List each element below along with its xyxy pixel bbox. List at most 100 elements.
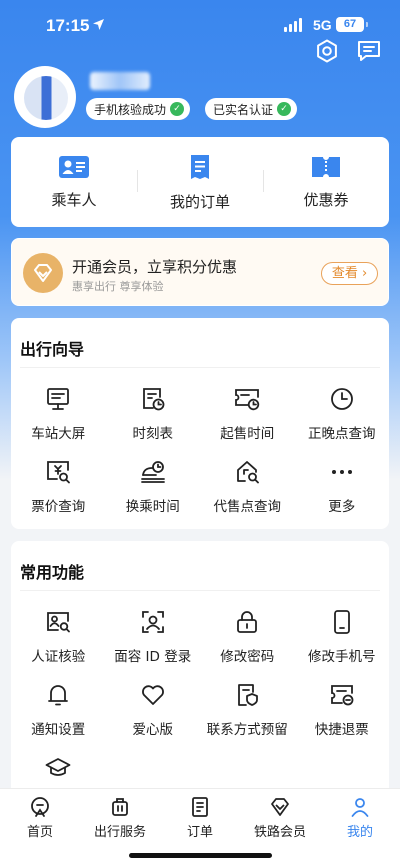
refund-ticket-icon (330, 685, 354, 706)
battery-tip (366, 22, 368, 27)
tab-label: 订单 (186, 825, 213, 840)
quick-links-card: 乘车人 我的订单 优惠券 (11, 137, 389, 227)
divider (20, 367, 380, 368)
member-view-button[interactable]: 查看 › (321, 262, 378, 285)
guide-item-sale-time[interactable]: 起售时间 (200, 378, 295, 451)
grid-label: 正晚点查询 (308, 426, 376, 442)
ticket-clock-icon (235, 389, 260, 411)
guide-item-more[interactable]: 更多 (295, 451, 390, 524)
check-icon: ✓ (170, 102, 185, 116)
tab-label: 首页 (26, 825, 53, 840)
grid-label: 修改手机号 (308, 649, 376, 665)
coupon-icon (312, 156, 340, 177)
network-label: 5G (313, 17, 332, 33)
id-verify-icon (47, 612, 71, 633)
phone-icon (333, 610, 350, 634)
signal-icon (284, 18, 302, 32)
member-subtitle: 惠享出行 尊享体验 (72, 280, 164, 293)
function-item-care-mode[interactable]: 爱心版 (106, 674, 201, 747)
tab-label: 铁路会员 (253, 825, 306, 840)
member-title: 开通会员，立享积分优惠 (72, 258, 238, 276)
travel-guide-card: 出行向导 车站大屏 时刻表 起售时间 正晚点查询 票价查询 换乘时间 代售点查询… (11, 318, 389, 529)
quick-link-label: 优惠券 (303, 190, 349, 209)
grid-label: 联系方式预留 (206, 722, 288, 738)
guide-item-transfer-time[interactable]: 换乘时间 (106, 451, 201, 524)
user-icon (351, 798, 369, 817)
passenger-card-icon (59, 155, 89, 178)
grid-label: 爱心版 (132, 722, 174, 738)
diamond-icon (271, 798, 289, 816)
quick-link-passengers[interactable]: 乘车人 (11, 137, 137, 227)
quick-link-orders[interactable]: 我的订单 (137, 137, 263, 227)
tab-label: 我的 (346, 825, 373, 840)
guide-item-agency-query[interactable]: 代售点查询 (200, 451, 295, 524)
function-item-face-id[interactable]: 面容 ID 登录 (106, 601, 201, 674)
battery-icon: 67 (336, 17, 364, 32)
house-search-icon (237, 461, 260, 484)
badge-label: 已实名认证 (213, 102, 274, 117)
guide-item-station-screen[interactable]: 车站大屏 (11, 378, 106, 451)
common-functions-card: 常用功能 人证核验 面容 ID 登录 修改密码 修改手机号 通知设置 爱心版 联… (11, 541, 389, 801)
grid-label: 人证核验 (31, 649, 86, 665)
quick-link-coupons[interactable]: 优惠券 (263, 137, 389, 227)
clock-icon (330, 388, 353, 410)
grid-label: 代售点查询 (213, 499, 282, 515)
grid-label: 通知设置 (31, 722, 86, 738)
message-icon[interactable] (356, 38, 382, 64)
guide-item-delay-query[interactable]: 正晚点查询 (295, 378, 390, 451)
status-time: 17:15 (46, 16, 90, 35)
function-item-quick-refund[interactable]: 快捷退票 (295, 674, 390, 747)
avatar[interactable] (14, 66, 76, 128)
quick-link-label: 我的订单 (169, 192, 230, 211)
membership-banner[interactable]: 开通会员，立享积分优惠 惠享出行 尊享体验 查看 › (11, 238, 389, 306)
contact-shield-icon (238, 684, 259, 706)
grid-label: 面容 ID 登录 (114, 649, 192, 665)
diamond-badge-icon (23, 253, 63, 293)
grid-label: 更多 (328, 499, 356, 515)
section-title: 出行向导 (20, 340, 85, 359)
home-indicator (129, 853, 272, 858)
settings-icon[interactable] (314, 38, 340, 64)
check-icon: ✓ (277, 102, 292, 116)
grid-label: 起售时间 (220, 426, 275, 442)
tab-home[interactable]: 首页 (0, 789, 80, 866)
order-icon (192, 797, 208, 817)
grid-label: 时刻表 (132, 426, 174, 442)
more-icon (331, 470, 352, 474)
function-item-change-phone[interactable]: 修改手机号 (295, 601, 390, 674)
divider (20, 590, 380, 591)
badge-label: 手机核验成功 (94, 102, 167, 117)
bell-icon (48, 685, 69, 706)
guide-item-fare-query[interactable]: 票价查询 (11, 451, 106, 524)
grid-label: 修改密码 (220, 649, 275, 665)
section-title: 常用功能 (20, 563, 85, 582)
price-search-icon (47, 461, 71, 484)
screen-icon (47, 388, 70, 410)
lock-icon (237, 611, 258, 633)
grid-label: 快捷退票 (314, 722, 369, 738)
header-actions (314, 38, 382, 64)
phone-verified-badge: 手机核验成功 ✓ (86, 98, 191, 120)
quick-link-label: 乘车人 (51, 190, 97, 209)
function-item-id-verify[interactable]: 人证核验 (11, 601, 106, 674)
tab-label: 出行服务 (93, 825, 146, 840)
home-train-icon (31, 797, 49, 817)
grid-label: 票价查询 (31, 499, 86, 515)
train-clock-icon (140, 461, 165, 483)
tab-mine[interactable]: 我的 (320, 789, 400, 866)
function-item-notification-settings[interactable]: 通知设置 (11, 674, 106, 747)
member-view-label: 查看 (331, 266, 358, 281)
face-id-icon (141, 611, 164, 633)
realname-verified-badge: 已实名认证 ✓ (205, 98, 298, 120)
function-item-change-password[interactable]: 修改密码 (200, 601, 295, 674)
order-document-icon (191, 154, 209, 179)
grid-label: 车站大屏 (31, 426, 86, 442)
guide-grid: 车站大屏 时刻表 起售时间 正晚点查询 票价查询 换乘时间 代售点查询 更多 (11, 378, 389, 524)
location-arrow-icon (93, 19, 104, 30)
graduation-cap-icon (45, 758, 71, 776)
function-item-contact-reserve[interactable]: 联系方式预留 (200, 674, 295, 747)
grid-label: 换乘时间 (125, 499, 180, 515)
timetable-icon (142, 388, 165, 411)
guide-item-timetable[interactable]: 时刻表 (106, 378, 201, 451)
luggage-icon (112, 798, 128, 816)
